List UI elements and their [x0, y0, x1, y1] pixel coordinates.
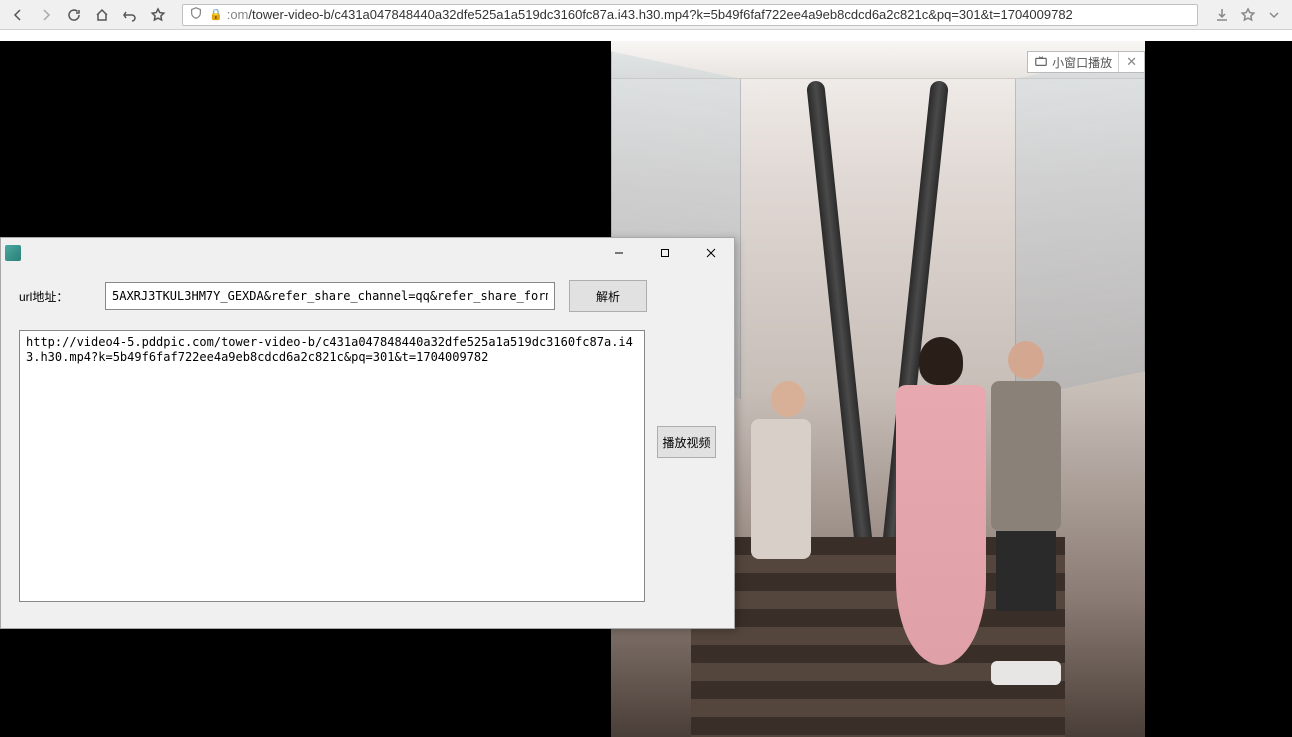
app-icon: [5, 245, 21, 261]
content-top-strip: [0, 30, 1292, 41]
browser-toolbar: 🔒 :om/tower-video-b/c431a047848440a32dfe…: [0, 0, 1292, 30]
maximize-button[interactable]: [642, 238, 688, 268]
pip-badge: 小窗口播放 ✕: [1027, 51, 1145, 73]
result-row: 播放视频: [19, 330, 716, 602]
reload-icon[interactable]: [66, 7, 82, 23]
parse-button[interactable]: 解析: [569, 280, 647, 312]
dialog-titlebar[interactable]: [1, 238, 734, 268]
play-video-button[interactable]: 播放视频: [657, 426, 716, 458]
dialog-body: url地址： 解析 播放视频: [1, 268, 734, 614]
lock-icon: 🔒: [209, 8, 223, 21]
star-icon[interactable]: [150, 7, 166, 23]
url-parser-dialog: url地址： 解析 播放视频: [0, 237, 735, 629]
content-area: 小窗口播放 ✕ url地址： 解析: [0, 30, 1292, 737]
back-icon[interactable]: [10, 7, 26, 23]
forward-icon[interactable]: [38, 7, 54, 23]
bookmark-star-icon[interactable]: [1240, 7, 1256, 23]
window-controls: [596, 238, 734, 268]
figure-person-right: [981, 341, 1071, 711]
toolbar-right-icons: [1208, 7, 1288, 23]
figure-person-center: [891, 341, 991, 721]
url-path: /tower-video-b/c431a047848440a32dfe525a1…: [248, 7, 1072, 22]
nav-icons: [4, 7, 172, 23]
url-label: url地址：: [19, 288, 91, 305]
minimize-button[interactable]: [596, 238, 642, 268]
tv-icon: [1028, 54, 1052, 71]
chevron-down-icon[interactable]: [1266, 7, 1282, 23]
url-input-row: url地址： 解析: [19, 280, 716, 312]
result-textarea[interactable]: [19, 330, 645, 602]
url-domain: :om: [227, 7, 249, 22]
video-letterbox-right: [1145, 41, 1292, 737]
download-icon[interactable]: [1214, 7, 1230, 23]
close-button[interactable]: [688, 238, 734, 268]
undo-icon[interactable]: [122, 7, 138, 23]
address-bar[interactable]: 🔒 :om/tower-video-b/c431a047848440a32dfe…: [182, 4, 1198, 26]
pip-close-button[interactable]: ✕: [1118, 52, 1144, 72]
pip-label[interactable]: 小窗口播放: [1052, 54, 1118, 71]
home-icon[interactable]: [94, 7, 110, 23]
url-input[interactable]: [105, 282, 555, 310]
figure-person-left: [751, 381, 831, 681]
shield-icon: [189, 6, 203, 23]
